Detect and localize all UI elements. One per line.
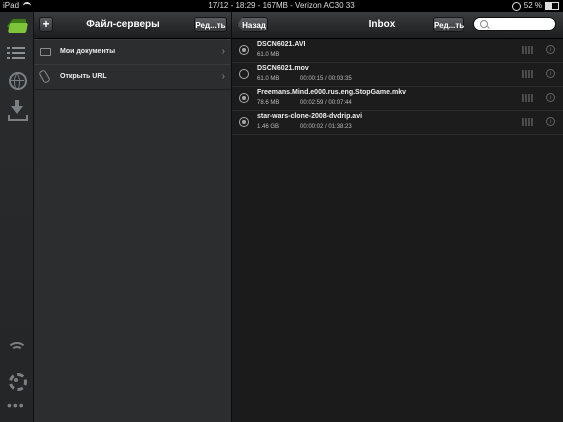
download-icon[interactable]	[7, 100, 28, 122]
file-duration: 00:00:02 / 01:38:23	[300, 124, 352, 130]
servers-pane: + Файл-серверы Ред...ть Мои документы › …	[34, 12, 232, 422]
globe-icon[interactable]	[7, 72, 27, 90]
file-row[interactable]: DSCN6021.AVI 61.0 MB i	[232, 39, 563, 63]
thumbnails-icon[interactable]	[522, 94, 534, 102]
file-name: Freemans.Mind.e000.rus.eng.StopGame.mkv	[257, 89, 406, 96]
server-item-label: Открыть URL	[60, 73, 107, 80]
info-icon[interactable]: i	[546, 93, 555, 102]
quicktime-icon	[239, 69, 249, 79]
file-duration: 00:00:15 / 00:03:35	[300, 76, 352, 82]
servers-title: Файл-серверы	[86, 19, 160, 30]
servers-edit-button[interactable]: Ред...ть	[194, 17, 227, 32]
files-edit-button[interactable]: Ред...ть	[433, 17, 464, 32]
chevron-right-icon: ›	[221, 46, 225, 57]
chevron-right-icon: ›	[221, 71, 225, 82]
file-duration: 00:02:59 / 00:07:44	[300, 100, 352, 106]
status-bar: iPad 17/12 - 18:29 - 167MB - Verizon AC3…	[0, 0, 563, 12]
file-name: DSCN6021.AVI	[257, 41, 306, 48]
search-icon	[480, 20, 488, 28]
servers-header: + Файл-серверы Ред...ть	[34, 12, 231, 39]
list-icon[interactable]	[7, 45, 27, 63]
add-server-button[interactable]: +	[39, 17, 53, 32]
rotation-lock-icon	[511, 1, 521, 11]
search-input[interactable]	[473, 17, 556, 31]
files-pane: Назад Inbox Ред...ть DSCN6021.AVI 61.0 M…	[232, 12, 563, 422]
folder-icon[interactable]	[7, 17, 29, 35]
status-center-text: 17/12 - 18:29 - 167MB - Verizon AC30 33	[208, 1, 355, 10]
film-reel-icon	[239, 117, 249, 127]
file-row[interactable]: star-wars-clone-2008-dvdrip.avi 1.46 GB …	[232, 111, 563, 135]
thumbnails-icon[interactable]	[522, 70, 534, 78]
film-reel-icon	[239, 45, 249, 55]
file-size: 61.0 MB	[257, 76, 280, 82]
server-item-label: Мои документы	[60, 48, 116, 55]
file-name: DSCN6021.mov	[257, 65, 309, 72]
status-right: 52 %	[511, 0, 559, 12]
file-size: 1.46 GB	[257, 124, 280, 130]
info-icon[interactable]: i	[546, 45, 555, 54]
server-item-my-documents[interactable]: Мои документы ›	[34, 39, 231, 65]
file-name: star-wars-clone-2008-dvdrip.avi	[257, 113, 363, 120]
file-row[interactable]: Freemans.Mind.e000.rus.eng.StopGame.mkv …	[232, 87, 563, 111]
file-size: 61.0 MB	[257, 52, 280, 58]
drive-icon	[40, 48, 51, 56]
left-rail: •••	[0, 12, 34, 422]
film-reel-icon	[239, 93, 249, 103]
info-icon[interactable]: i	[546, 69, 555, 78]
gear-icon[interactable]	[7, 372, 27, 391]
battery-percent: 52 %	[523, 1, 542, 10]
folder-title: Inbox	[368, 19, 396, 30]
back-button[interactable]: Назад	[237, 17, 268, 32]
thumbnails-icon[interactable]	[522, 46, 534, 54]
wifi-icon[interactable]	[7, 342, 27, 360]
file-row[interactable]: DSCN6021.mov 61.0 MB 00:00:15 / 00:03:35…	[232, 63, 563, 87]
file-size: 78.6 MB	[257, 100, 280, 106]
thumbnails-icon[interactable]	[522, 118, 534, 126]
paperclip-icon	[38, 69, 51, 84]
more-icon[interactable]: •••	[7, 398, 27, 418]
server-item-open-url[interactable]: Открыть URL ›	[34, 64, 231, 90]
files-header: Назад Inbox Ред...ть	[232, 12, 563, 39]
info-icon[interactable]: i	[546, 117, 555, 126]
battery-icon	[545, 2, 559, 10]
